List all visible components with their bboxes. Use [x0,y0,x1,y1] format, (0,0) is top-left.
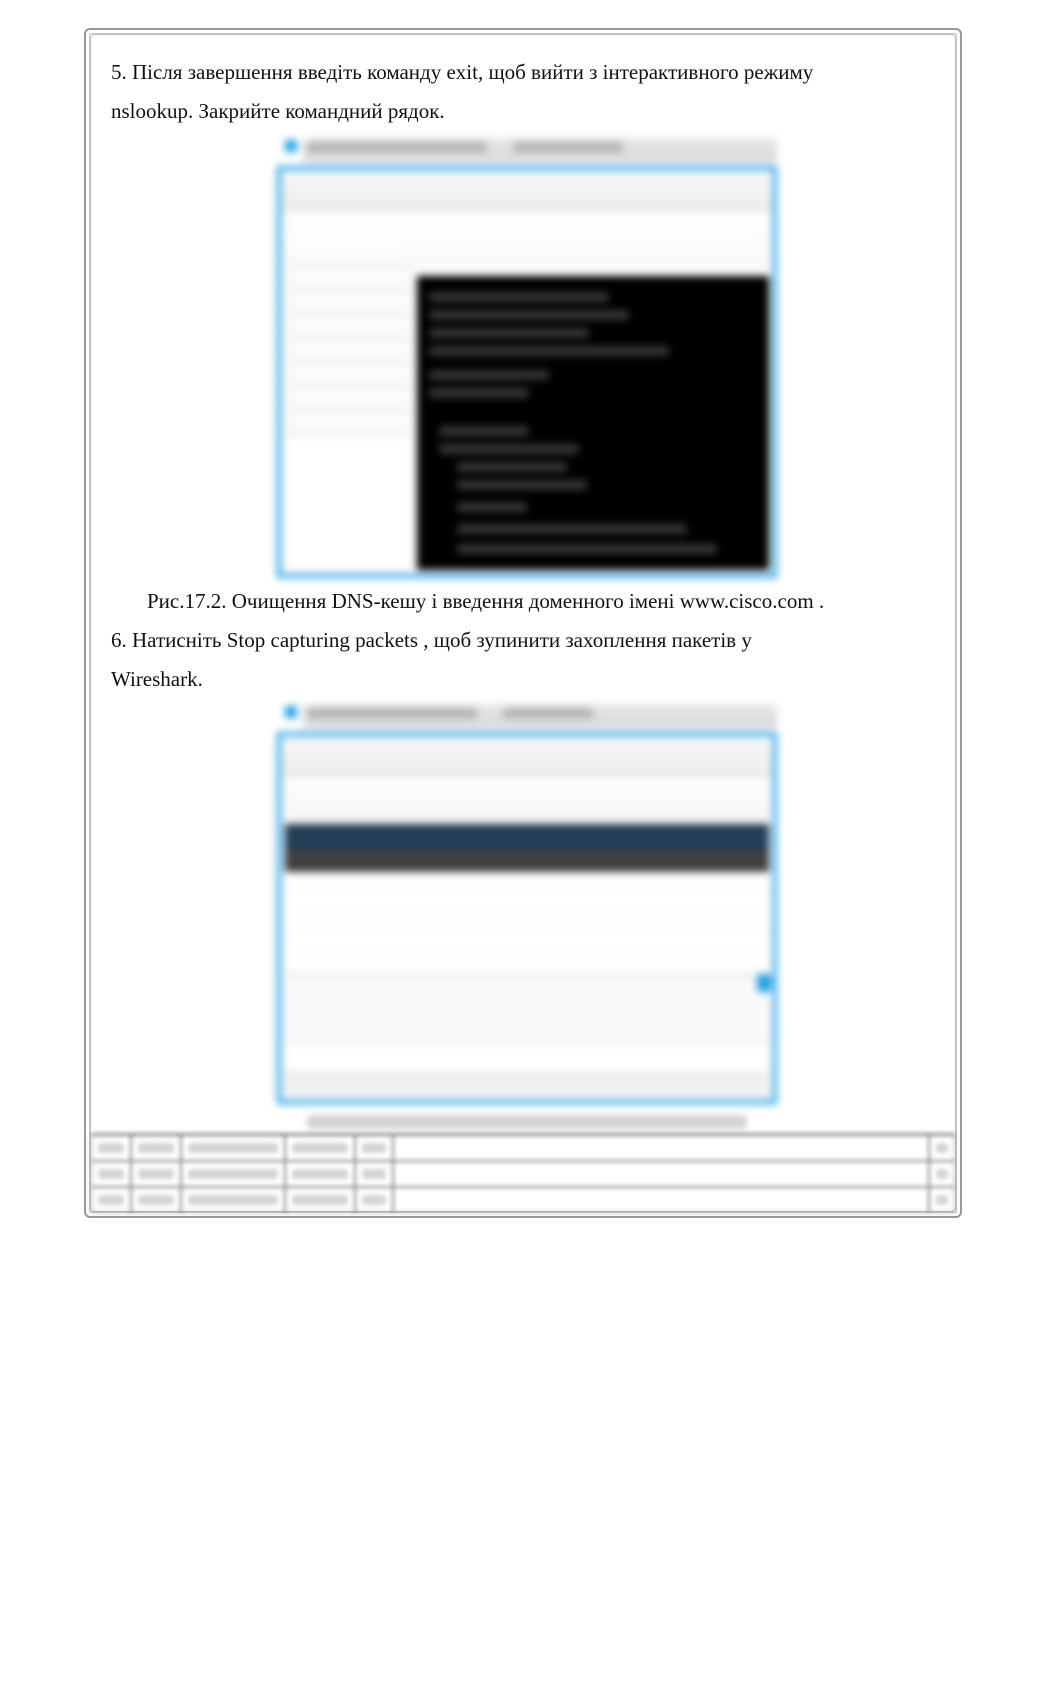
side-list [285,246,411,570]
figure-17-3-caption-blurred [111,1112,943,1135]
figure-17-2-caption: Рис.17.2. Очищення DNS-кешу і введення д… [111,584,943,619]
packet-list-selected-row [285,850,769,872]
window-icon [285,140,297,152]
wireshark-window-frame [277,732,777,1104]
figure-17-3-image [277,704,777,1104]
packet-list-header [285,824,769,850]
figure-17-2-image [277,138,777,578]
step-6-line-2: Wireshark. [111,662,943,697]
window-icon [285,706,297,718]
app-window-frame [277,166,777,578]
filter-bar [285,778,769,822]
bottom-table-fragment [91,1133,955,1211]
step-5-line-2: nslookup. Закрийте командний рядок. [111,94,943,129]
command-prompt-window [417,276,769,570]
window-titlebar [303,138,777,162]
scrollbar-thumb [757,974,771,992]
packet-list-rows [285,872,769,972]
status-bar [285,1074,769,1096]
document-page-inner: 5. Після завершення введіть команду exit… [90,34,956,1212]
packet-details-pane [285,976,769,1040]
step-6-line-1: 6. Натисніть Stop capturing packets , що… [111,623,943,658]
window-titlebar [303,704,777,728]
step-5-line-1: 5. Після завершення введіть команду exit… [111,55,943,90]
toolbar [281,170,773,210]
wireshark-toolbar [281,736,773,776]
document-page-frame: 5. Після завершення введіть команду exit… [84,28,962,1218]
packet-bytes-pane [285,1042,769,1070]
